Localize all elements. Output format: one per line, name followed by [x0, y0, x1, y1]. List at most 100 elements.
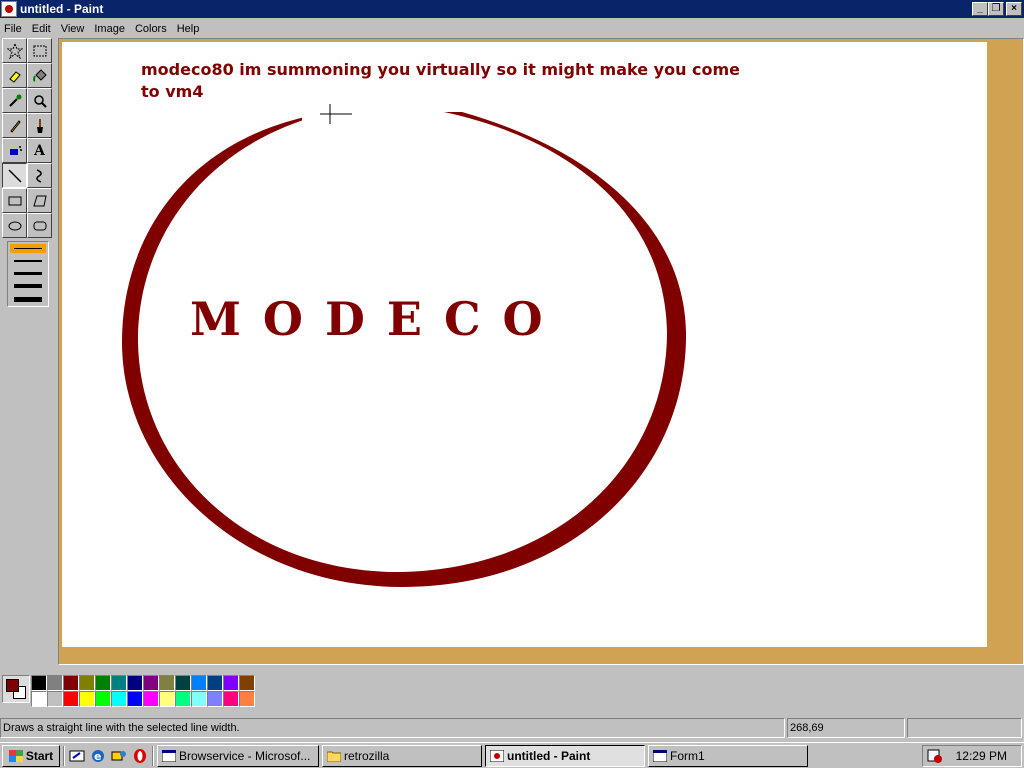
- tool-line[interactable]: [2, 163, 27, 188]
- magnifier-icon: [33, 94, 47, 108]
- outlook-express-icon[interactable]: [110, 747, 128, 765]
- folder-icon: [327, 751, 341, 762]
- palette-swatch[interactable]: [191, 675, 207, 691]
- menu-file[interactable]: File: [0, 23, 27, 35]
- line-width-selector: [7, 241, 49, 307]
- status-bar: Draws a straight line with the selected …: [0, 718, 1024, 740]
- eraser-icon: [8, 70, 21, 83]
- tool-free-form-select[interactable]: [2, 38, 27, 63]
- restore-button[interactable]: ❐: [988, 2, 1004, 16]
- task-label: retrozilla: [344, 748, 390, 763]
- palette-swatch[interactable]: [79, 691, 95, 707]
- pencil-icon: [9, 119, 21, 133]
- scheduler-tray-icon[interactable]: [927, 748, 943, 764]
- palette-swatch[interactable]: [31, 691, 47, 707]
- palette-swatch[interactable]: [63, 675, 79, 691]
- menu-view[interactable]: View: [56, 23, 90, 35]
- task-label: Browservice - Microsof...: [179, 748, 311, 763]
- menu-edit[interactable]: Edit: [27, 23, 56, 35]
- tool-brush[interactable]: [27, 113, 52, 138]
- palette-swatch[interactable]: [207, 691, 223, 707]
- start-button[interactable]: Start: [2, 744, 60, 767]
- line-width-4[interactable]: [14, 284, 42, 288]
- windows-logo-icon: [8, 749, 23, 762]
- tool-eraser[interactable]: [2, 63, 27, 88]
- tool-ellipse[interactable]: [2, 213, 27, 238]
- tool-pick-color[interactable]: [2, 88, 27, 113]
- tool-magnifier[interactable]: [27, 88, 52, 113]
- show-desktop-icon[interactable]: [68, 747, 86, 765]
- palette-swatch[interactable]: [111, 691, 127, 707]
- palette-swatch[interactable]: [31, 675, 47, 691]
- palette-swatch[interactable]: [111, 675, 127, 691]
- palette-swatch[interactable]: [47, 691, 63, 707]
- task-label: Form1: [670, 748, 705, 763]
- tool-select[interactable]: [27, 38, 52, 63]
- palette-swatch[interactable]: [175, 675, 191, 691]
- palette-swatch[interactable]: [175, 691, 191, 707]
- palette-swatch[interactable]: [127, 675, 143, 691]
- palette-swatch[interactable]: [127, 691, 143, 707]
- tool-polygon[interactable]: [27, 188, 52, 213]
- curve-icon: [35, 168, 42, 183]
- status-coordinates: 268,69: [787, 718, 905, 738]
- paint-app-icon: [490, 749, 504, 762]
- drawn-ring: [122, 112, 687, 587]
- polygon-icon: [32, 195, 47, 206]
- line-width-3[interactable]: [14, 272, 42, 275]
- palette-swatch[interactable]: [223, 691, 239, 707]
- tool-airbrush[interactable]: [2, 138, 27, 163]
- text-icon: A: [34, 142, 45, 159]
- palette-swatch[interactable]: [63, 691, 79, 707]
- opera-icon[interactable]: [131, 747, 149, 765]
- drawing-canvas[interactable]: modeco80 im summoning you virtually so i…: [62, 42, 987, 647]
- palette-swatch[interactable]: [95, 691, 111, 707]
- window-title: untitled - Paint: [20, 2, 104, 16]
- system-tray: 12:29 PM: [922, 745, 1022, 767]
- palette-swatch[interactable]: [143, 675, 159, 691]
- line-width-1[interactable]: [14, 248, 42, 249]
- foreground-color-swatch: [6, 679, 19, 692]
- minimize-button[interactable]: _: [972, 2, 988, 16]
- task-form1[interactable]: Form1: [648, 744, 808, 767]
- palette-swatch[interactable]: [207, 675, 223, 691]
- palette-swatch[interactable]: [191, 691, 207, 707]
- palette-swatches: [31, 675, 255, 707]
- line-width-5[interactable]: [14, 297, 42, 302]
- tool-rectangle[interactable]: [2, 188, 27, 213]
- current-colors[interactable]: [2, 675, 30, 703]
- ellipse-icon: [8, 221, 21, 230]
- palette-swatch[interactable]: [159, 675, 175, 691]
- quick-launch: e: [68, 747, 149, 765]
- tool-text[interactable]: A: [27, 138, 52, 163]
- close-button[interactable]: ×: [1006, 2, 1022, 16]
- svg-text:e: e: [94, 750, 101, 763]
- menu-bar: File Edit View Image Colors Help: [0, 19, 1024, 38]
- tools-grid: A: [2, 38, 56, 238]
- menu-image[interactable]: Image: [89, 23, 130, 35]
- line-width-2[interactable]: [14, 260, 42, 262]
- task-paint[interactable]: untitled - Paint: [485, 744, 645, 767]
- menu-help[interactable]: Help: [172, 23, 205, 35]
- task-retrozilla[interactable]: retrozilla: [322, 744, 482, 767]
- clock[interactable]: 12:29 PM: [956, 749, 1007, 763]
- palette-swatch[interactable]: [223, 675, 239, 691]
- paint-app-icon[interactable]: [1, 1, 17, 17]
- window-app-icon: [162, 749, 176, 762]
- palette-swatch[interactable]: [79, 675, 95, 691]
- palette-swatch[interactable]: [239, 675, 255, 691]
- status-selection-size: [907, 718, 1022, 738]
- tool-fill-with-color[interactable]: [27, 63, 52, 88]
- palette-swatch[interactable]: [95, 675, 111, 691]
- tool-pencil[interactable]: [2, 113, 27, 138]
- palette-swatch[interactable]: [47, 675, 63, 691]
- tool-curve[interactable]: [27, 163, 52, 188]
- form-window-icon: [653, 749, 667, 762]
- palette-swatch[interactable]: [159, 691, 175, 707]
- task-browservice[interactable]: Browservice - Microsof...: [157, 744, 319, 767]
- internet-explorer-icon[interactable]: e: [89, 747, 107, 765]
- palette-swatch[interactable]: [143, 691, 159, 707]
- tool-rounded-rectangle[interactable]: [27, 213, 52, 238]
- menu-colors[interactable]: Colors: [130, 23, 172, 35]
- palette-swatch[interactable]: [239, 691, 255, 707]
